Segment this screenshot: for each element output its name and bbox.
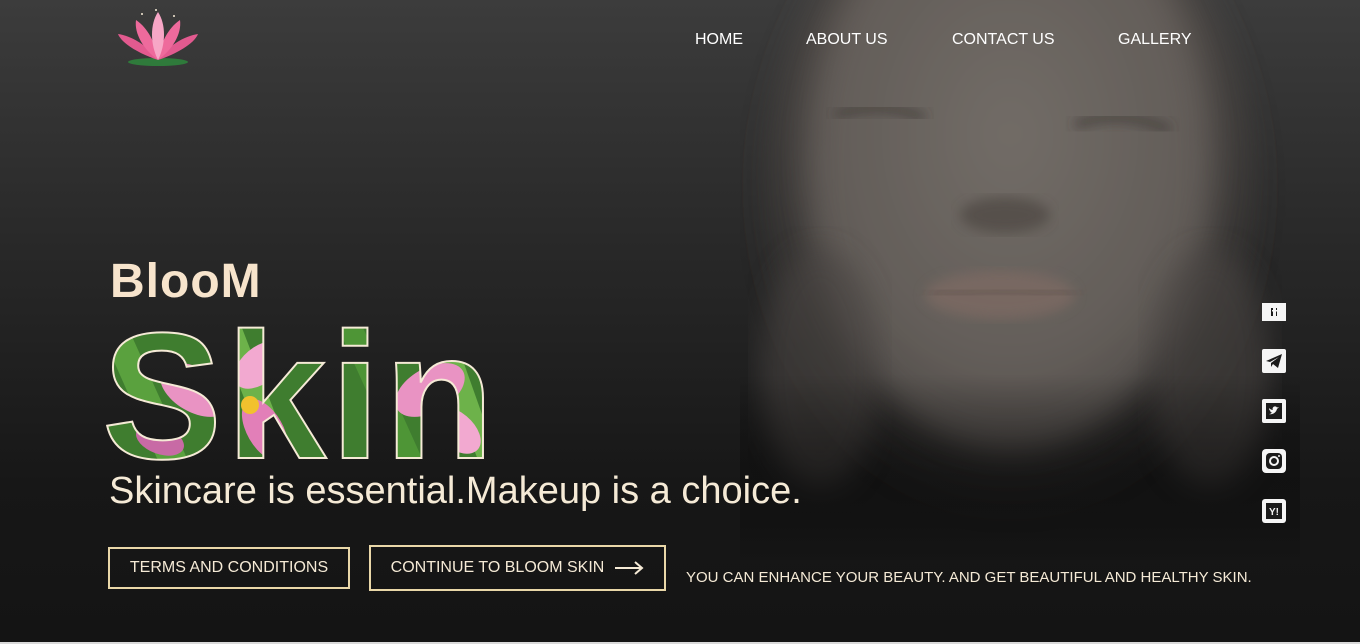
twitter-icon[interactable] [1262,399,1286,423]
nav-contact-link[interactable]: CONTACT US [952,31,1055,49]
svg-text:Skin: Skin [102,310,498,465]
social-links: Y! [1262,303,1288,549]
hero-face-image [740,0,1300,560]
continue-button-label: CONTINUE TO BLOOM SKIN [390,559,605,576]
telegram-icon[interactable] [1262,349,1286,373]
hero-section: HOME ABOUT US CONTACT US GALLERY BlooM S… [0,0,1360,644]
promo-text: YOU CAN ENHANCE YOUR BEAUTY. AND GET BEA… [686,569,1252,586]
svg-text:Y!: Y! [1269,507,1279,518]
nav-home-link[interactable]: HOME [695,31,743,49]
nav-gallery-link[interactable]: GALLERY [1118,31,1192,49]
skin-title: Skin [101,310,498,465]
terms-button-label: TERMS AND CONDITIONS [129,559,329,576]
brand-title: BlooM [110,255,262,308]
instagram-icon[interactable] [1262,449,1286,473]
yahoo-icon[interactable]: Y! [1262,499,1286,523]
terms-button[interactable]: TERMS AND CONDITIONS [108,547,350,589]
nav-about-link[interactable]: ABOUT US [806,31,888,49]
hero-tagline: Skincare is essential.Makeup is a choice… [109,470,802,512]
main-nav: HOME ABOUT US CONTACT US GALLERY [0,31,1360,53]
facebook-icon[interactable] [1262,303,1286,321]
continue-button[interactable]: CONTINUE TO BLOOM SKIN [369,545,666,591]
arrow-right-icon [615,561,644,575]
